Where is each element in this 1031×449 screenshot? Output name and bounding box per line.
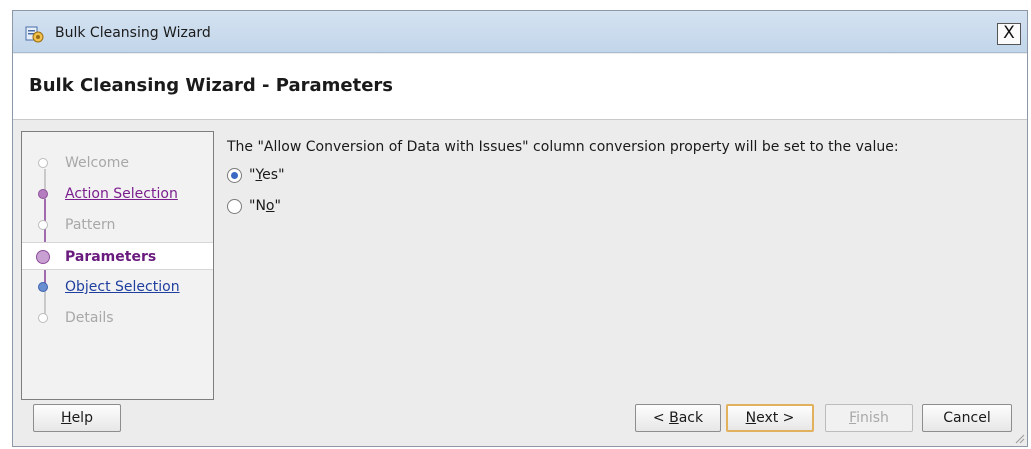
window-title: Bulk Cleansing Wizard <box>55 25 211 41</box>
close-button[interactable]: X <box>997 23 1021 45</box>
step-details: Details <box>22 304 213 332</box>
parameters-content: The "Allow Conversion of Data with Issue… <box>227 139 1017 389</box>
step-dot-icon <box>38 282 48 292</box>
title-bar[interactable]: Bulk Cleansing Wizard X <box>13 11 1027 53</box>
step-navigator: Welcome Action Selection Pattern Paramet… <box>21 131 214 400</box>
step-dot-icon <box>36 250 50 264</box>
option-yes[interactable]: "Yes" <box>227 164 285 186</box>
next-button[interactable]: Next > <box>726 404 814 432</box>
step-dot-icon <box>38 158 48 168</box>
close-icon: X <box>1003 23 1015 43</box>
help-button[interactable]: Help <box>33 404 121 432</box>
wizard-window: Bulk Cleansing Wizard X Bulk Cleansing W… <box>12 10 1028 447</box>
step-dot-icon <box>38 189 48 199</box>
step-label: Pattern <box>65 217 116 233</box>
back-button[interactable]: < Back <box>635 404 721 432</box>
step-label: Details <box>65 310 114 326</box>
cancel-button[interactable]: Cancel <box>922 404 1012 432</box>
step-welcome: Welcome <box>22 149 213 177</box>
step-dot-icon <box>38 313 48 323</box>
step-dot-icon <box>38 220 48 230</box>
step-label: Welcome <box>65 155 130 171</box>
step-action-selection[interactable]: Action Selection <box>22 180 213 208</box>
option-no-label: "No" <box>249 198 281 214</box>
wizard-app-icon <box>25 26 44 43</box>
resize-grip-icon[interactable] <box>1013 432 1025 444</box>
finish-button: Finish <box>825 404 913 432</box>
step-parameters: Parameters <box>22 242 213 270</box>
step-object-selection[interactable]: Object Selection <box>22 273 213 301</box>
option-no[interactable]: "No" <box>227 195 281 217</box>
step-label: Parameters <box>65 249 157 265</box>
step-label[interactable]: Object Selection <box>65 273 180 301</box>
radio-no[interactable] <box>227 198 242 214</box>
step-pattern: Pattern <box>22 211 213 239</box>
wizard-header: Bulk Cleansing Wizard - Parameters <box>13 54 1027 120</box>
step-label[interactable]: Action Selection <box>65 180 178 208</box>
page-title: Bulk Cleansing Wizard - Parameters <box>29 75 393 96</box>
parameter-description: The "Allow Conversion of Data with Issue… <box>227 139 899 155</box>
radio-yes[interactable] <box>227 167 242 183</box>
option-yes-label: "Yes" <box>249 167 285 183</box>
